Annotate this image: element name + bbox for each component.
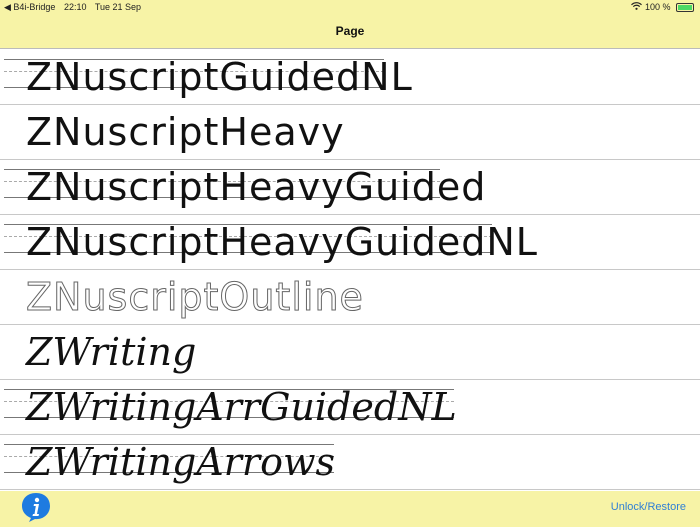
info-icon[interactable]	[21, 492, 51, 522]
back-to-app-link[interactable]: ◀ B4i-Bridge	[4, 2, 55, 12]
font-sample-text: ZWritingArrGuidedNL	[26, 385, 457, 429]
font-sample-text: ZNuscriptGuidedNL	[26, 55, 413, 99]
font-sample-text: ZWriting	[26, 330, 197, 374]
font-row[interactable]: ZWritingArrows	[0, 434, 700, 490]
battery-icon	[676, 3, 694, 13]
navigation-bar: Page	[0, 14, 700, 48]
wifi-icon	[631, 2, 645, 12]
font-sample-text: ZWritingArrows	[26, 440, 335, 484]
battery-fill	[678, 5, 692, 11]
font-row[interactable]: ZNuscriptHeavy	[0, 104, 700, 160]
battery-percent: 100 %	[644, 2, 671, 12]
font-row[interactable]: ZWriting	[0, 324, 700, 380]
font-row[interactable]: ZNuscriptHeavyGuidedNL	[0, 214, 700, 270]
font-sample-text: ZNuscriptHeavy	[26, 110, 345, 154]
font-row[interactable]: ZNuscriptHeavyGuided	[0, 159, 700, 215]
status-time: 22:10	[63, 2, 87, 12]
font-list[interactable]: ZNuscriptGuidedNL ZNuscriptHeavy ZNuscript…	[0, 48, 700, 491]
status-date: Tue 21 Sep	[94, 2, 142, 12]
bottom-toolbar	[0, 490, 700, 525]
font-sample-text: ZNuscriptOutline	[26, 275, 364, 320]
unlock-restore-button[interactable]: Unlock/Restore	[611, 501, 686, 513]
font-row[interactable]: ZNuscriptGuidedNL	[0, 49, 700, 105]
font-row[interactable]: ZNuscriptOutline	[0, 269, 700, 325]
status-bar: ◀ B4i-Bridge 22:10 Tue 21 Sep 100 %	[0, 0, 700, 14]
page-title: Page	[335, 24, 365, 38]
font-sample-text: ZNuscriptHeavyGuidedNL	[26, 220, 538, 264]
font-sample-text: ZNuscriptHeavyGuided	[26, 165, 487, 209]
font-row[interactable]: ZWritingArrGuidedNL	[0, 379, 700, 435]
